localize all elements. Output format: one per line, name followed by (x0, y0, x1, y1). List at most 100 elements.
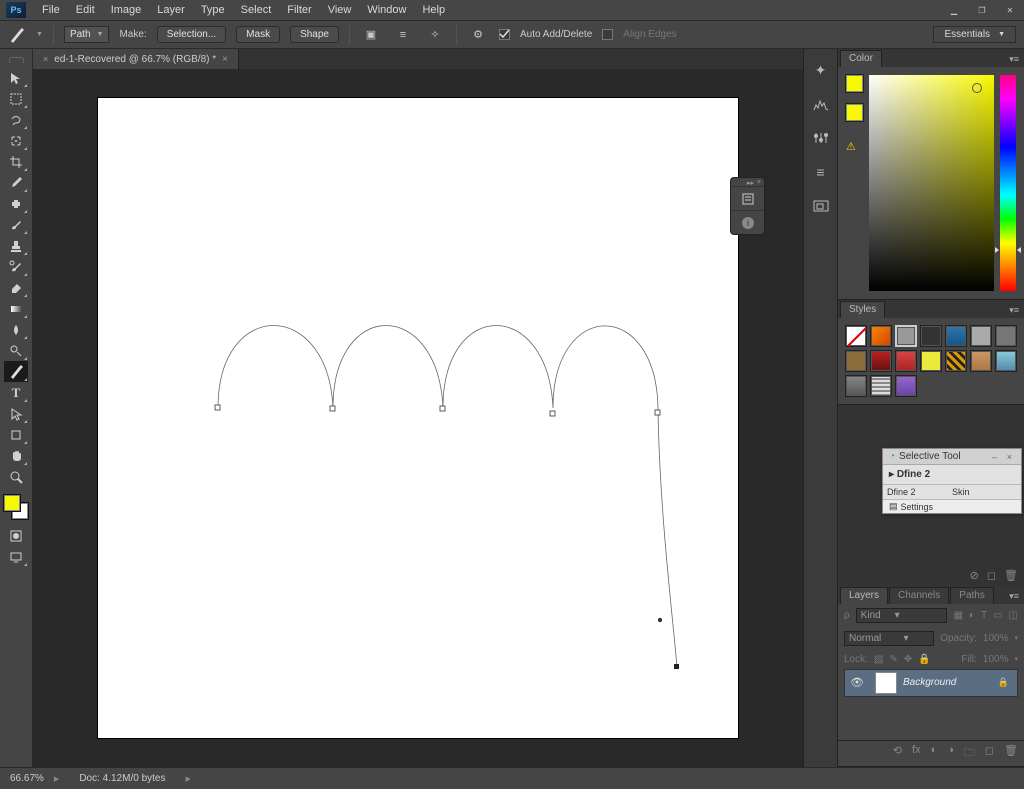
crop-tool[interactable] (4, 151, 28, 172)
menu-type[interactable]: Type (193, 1, 233, 19)
navigator-icon[interactable] (810, 195, 832, 217)
eraser-tool[interactable] (4, 277, 28, 298)
sv-cursor[interactable] (972, 83, 982, 93)
zoom-level[interactable]: 66.67% (0, 773, 54, 784)
styles-grid[interactable] (838, 318, 1024, 404)
canvas[interactable] (98, 98, 738, 738)
doc-info[interactable]: Doc: 4.12M/0 bytes (59, 773, 185, 784)
style-swatch[interactable] (945, 325, 967, 347)
new-icon[interactable]: ◻ (987, 569, 996, 582)
tab-paths[interactable]: Paths (950, 587, 994, 604)
foreground-swatch[interactable] (846, 75, 863, 92)
shape-tool[interactable] (4, 424, 28, 445)
fx-icon[interactable]: fx (912, 744, 921, 763)
styles-panel-menu-icon[interactable]: ▾≡ (1004, 303, 1024, 318)
close-icon[interactable]: × (757, 179, 761, 185)
quickmask-button[interactable] (4, 525, 28, 546)
style-swatch[interactable] (920, 325, 942, 347)
align-edges-checkbox[interactable] (602, 29, 613, 40)
arrange-icon[interactable]: ✧ (424, 25, 446, 45)
sparkle-icon[interactable]: ✦ (810, 59, 832, 81)
make-shape-button[interactable]: Shape (290, 26, 339, 43)
menu-help[interactable]: Help (414, 1, 453, 19)
style-swatch[interactable] (870, 350, 892, 372)
blur-tool[interactable] (4, 319, 28, 340)
style-swatch[interactable] (845, 350, 867, 372)
type-tool[interactable]: T (4, 382, 28, 403)
hand-tool[interactable] (4, 445, 28, 466)
menu-layer[interactable]: Layer (149, 1, 193, 19)
stamp-tool[interactable] (4, 235, 28, 256)
visibility-icon[interactable]: 👁 (845, 676, 869, 689)
zoom-tool[interactable] (4, 466, 28, 487)
healing-tool[interactable] (4, 193, 28, 214)
mask-icon[interactable]: ◐ (931, 744, 938, 763)
move-tool[interactable] (4, 67, 28, 88)
opacity-value[interactable]: 100% (983, 633, 1009, 644)
gear-icon[interactable]: ⚙ (467, 25, 489, 45)
pen-tool-indicator[interactable] (8, 26, 26, 44)
lock-icon[interactable]: 🔒 (998, 677, 1009, 688)
saturation-value-picker[interactable] (869, 75, 994, 291)
path-select-tool[interactable] (4, 403, 28, 424)
tab-layers[interactable]: Layers (840, 587, 888, 604)
mini-properties-icon[interactable] (731, 186, 764, 210)
settings-accordion[interactable]: Settings (901, 502, 934, 512)
style-none[interactable] (845, 325, 867, 347)
col-1[interactable]: Dfine 2 (887, 487, 952, 497)
paragraph-icon[interactable]: ≡ (810, 161, 832, 183)
folder-icon[interactable]: 🗀 (964, 744, 975, 763)
menu-view[interactable]: View (320, 1, 360, 19)
blend-mode-select[interactable]: Normal ▾ (844, 631, 934, 646)
tab-color[interactable]: Color (840, 50, 882, 67)
style-swatch[interactable] (945, 350, 967, 372)
layer-row[interactable]: 👁 Background 🔒 (844, 669, 1018, 697)
no-icon[interactable]: ⊘ (970, 569, 979, 582)
style-swatch[interactable] (895, 375, 917, 397)
minimize-icon[interactable]: – (989, 452, 1000, 462)
tab-channels[interactable]: Channels (889, 587, 949, 604)
maximize-button[interactable]: ❐ (968, 0, 996, 20)
filter-adjust-icon[interactable]: ◐ (969, 610, 975, 621)
new-layer-icon[interactable]: ◻ (985, 744, 994, 763)
align-icon[interactable]: ≡ (392, 25, 414, 45)
style-swatch[interactable] (870, 325, 892, 347)
gamut-warning-icon[interactable]: ⚠ (846, 140, 863, 153)
menu-file[interactable]: File (34, 1, 68, 19)
link-icon[interactable]: ⟲ (893, 744, 902, 763)
style-swatch[interactable] (920, 350, 942, 372)
pen-tool[interactable] (4, 361, 28, 382)
close-button[interactable]: ✕ (996, 0, 1024, 20)
hue-slider-thumb[interactable] (997, 247, 1019, 251)
plugin-name[interactable]: Dfine 2 (897, 469, 930, 480)
trash-icon[interactable]: 🗑 (1004, 569, 1018, 582)
style-swatch[interactable] (870, 375, 892, 397)
filter-shape-icon[interactable]: ▭ (993, 610, 1002, 621)
brush-tool[interactable] (4, 214, 28, 235)
mini-info-icon[interactable]: i (731, 210, 764, 234)
background-swatch[interactable] (846, 104, 863, 121)
history-brush-tool[interactable] (4, 256, 28, 277)
gradient-tool[interactable] (4, 298, 28, 319)
lock-all-icon[interactable]: 🔒 (918, 654, 930, 665)
lock-pixels-icon[interactable]: ✎ (889, 654, 897, 665)
dodge-tool[interactable] (4, 340, 28, 361)
lasso-tool[interactable] (4, 109, 28, 130)
canvas-viewport[interactable] (33, 69, 803, 767)
hue-slider[interactable] (1000, 75, 1016, 291)
mode-select[interactable]: Path▼ (64, 26, 110, 43)
menu-edit[interactable]: Edit (68, 1, 103, 19)
delete-layer-icon[interactable]: 🗑 (1004, 744, 1018, 763)
combine-icon[interactable]: ▣ (360, 25, 382, 45)
filter-text-icon[interactable]: T (981, 610, 987, 621)
layer-name[interactable]: Background (903, 677, 956, 688)
screen-mode-button[interactable] (4, 546, 28, 567)
eyedropper-tool[interactable] (4, 172, 28, 193)
fill-value[interactable]: 100% (983, 654, 1009, 665)
menu-filter[interactable]: Filter (279, 1, 319, 19)
lock-transparency-icon[interactable]: ▨ (874, 654, 883, 665)
style-swatch[interactable] (995, 350, 1017, 372)
close-icon[interactable]: × (1004, 452, 1015, 462)
color-panel-menu-icon[interactable]: ▾≡ (1004, 52, 1024, 67)
filter-smart-icon[interactable]: ◫ (1009, 610, 1018, 621)
